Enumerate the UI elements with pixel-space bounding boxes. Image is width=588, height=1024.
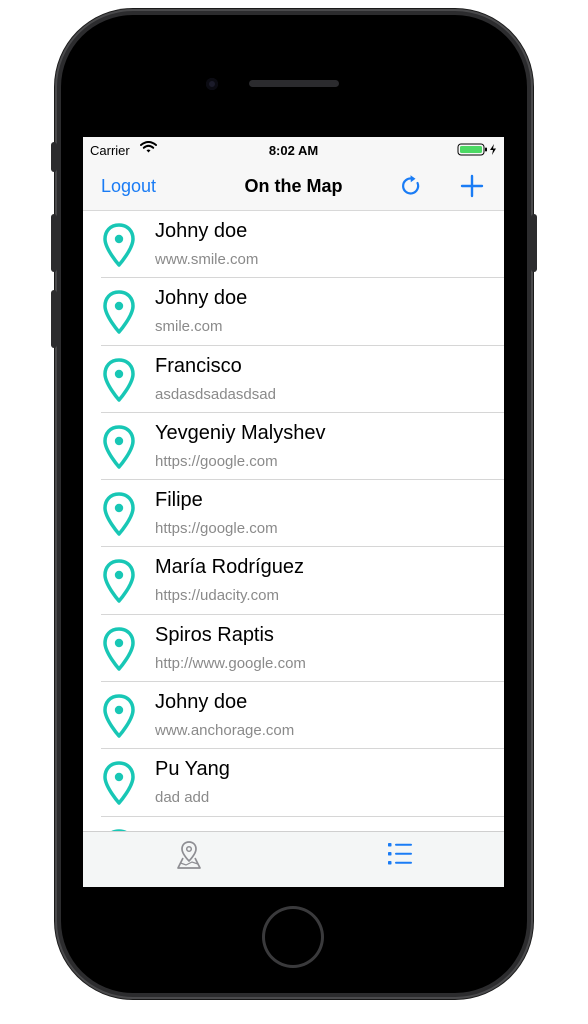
list-item[interactable]: Pu Yang dad add xyxy=(83,749,504,817)
student-url: http://www.google.com xyxy=(155,654,306,672)
screen: Carrier 8:02 AM Logout On the Map Johny … xyxy=(83,137,504,887)
list-item-partial[interactable] xyxy=(83,817,504,831)
student-url: https://google.com xyxy=(155,452,278,470)
status-bar: Carrier 8:02 AM xyxy=(83,137,504,163)
list-icon[interactable] xyxy=(386,840,414,873)
location-pin-icon xyxy=(102,760,136,811)
list-item[interactable]: Yevgeniy Malyshev https://google.com xyxy=(83,413,504,481)
location-pin-icon xyxy=(102,491,136,542)
location-pin-icon xyxy=(102,222,136,273)
student-name: Filipe xyxy=(155,489,203,512)
location-pin-icon xyxy=(102,289,136,340)
student-url: www.smile.com xyxy=(155,251,259,268)
nav-title: On the Map xyxy=(244,176,343,196)
volume-down-button xyxy=(51,290,57,348)
location-pin-icon xyxy=(102,558,136,609)
location-pin-icon xyxy=(102,357,136,408)
list-item[interactable]: Johny doe www.anchorage.com xyxy=(83,682,504,750)
student-name: Johny doe xyxy=(155,287,248,310)
home-button[interactable] xyxy=(262,906,324,968)
student-name: Yevgeniy Malyshev xyxy=(155,421,326,444)
student-url: dad add xyxy=(155,789,210,807)
student-name: Francisco xyxy=(155,354,242,377)
list-item[interactable]: Francisco asdasdsadasdsad xyxy=(83,346,504,413)
earpiece-speaker xyxy=(249,80,339,87)
student-url: asdasdsadasdsad xyxy=(155,385,276,403)
tab-bar xyxy=(83,831,504,887)
student-name: Spiros Raptis xyxy=(155,623,274,646)
battery-icon xyxy=(457,143,499,159)
navigation-bar: Logout On the Map xyxy=(83,163,504,211)
student-url: smile.com xyxy=(155,318,223,336)
student-url: https://google.com xyxy=(155,520,278,538)
list-item[interactable]: Spiros Raptis http://www.google.com xyxy=(83,615,504,683)
status-time: 8:02 AM xyxy=(268,143,319,158)
student-name: María Rodríguez xyxy=(155,556,304,579)
student-name: Pu Yang xyxy=(155,758,230,781)
list-item[interactable]: María Rodríguez https://udacity.com xyxy=(83,547,504,615)
student-url: https://udacity.com xyxy=(155,587,279,605)
student-name: Johny doe xyxy=(155,691,248,714)
map-pin-icon[interactable] xyxy=(175,840,203,875)
student-list: Johny doe www.smile.com Johny doe smile.… xyxy=(83,211,504,831)
location-pin-icon xyxy=(102,424,136,475)
location-pin-icon xyxy=(102,626,136,677)
list-item[interactable]: Filipe https://google.com xyxy=(83,480,504,548)
volume-up-button xyxy=(51,214,57,272)
front-camera xyxy=(206,78,218,90)
list-item[interactable]: Johny doe smile.com xyxy=(83,278,504,346)
refresh-icon[interactable] xyxy=(399,174,423,203)
list-item[interactable]: Johny doe www.smile.com xyxy=(83,211,504,279)
student-url: www.anchorage.com xyxy=(155,722,295,740)
plus-icon[interactable] xyxy=(459,173,485,204)
silent-switch xyxy=(51,142,57,172)
student-name: Johny doe xyxy=(155,220,248,242)
location-pin-icon xyxy=(102,693,136,744)
power-button xyxy=(531,214,537,272)
